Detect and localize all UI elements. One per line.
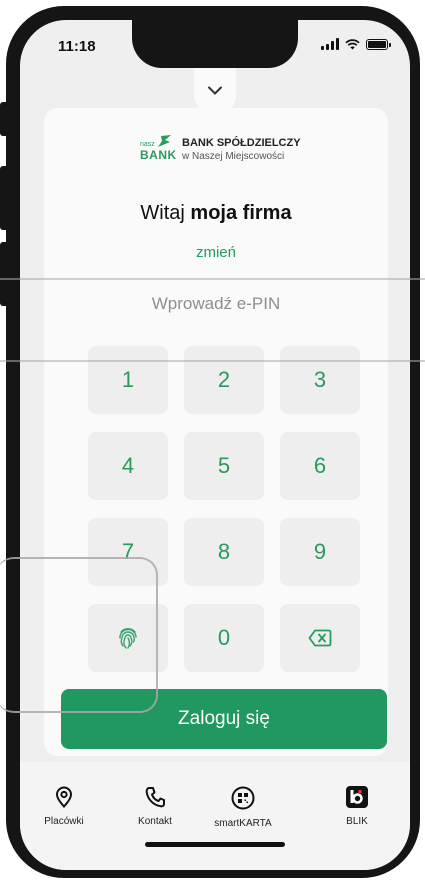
backspace-button[interactable] [280, 604, 360, 672]
qr-code-icon [231, 786, 255, 810]
wifi-icon [345, 38, 360, 49]
key-1[interactable]: 1 [88, 346, 168, 414]
backspace-icon [308, 629, 332, 647]
location-pin-icon [55, 786, 73, 808]
status-icons [321, 38, 391, 50]
pin-hint: Wprowadź e-PIN [151, 294, 281, 313]
change-profile-link[interactable]: zmień [44, 244, 388, 261]
key-3[interactable]: 3 [280, 346, 360, 414]
phone-icon [145, 787, 165, 808]
battery-icon [366, 38, 391, 50]
nav-item-smartkarta[interactable]: smartKARTA [198, 786, 288, 829]
key-8[interactable]: 8 [184, 518, 264, 586]
key-5[interactable]: 5 [184, 432, 264, 500]
logo-small-text: nasz [140, 141, 155, 148]
volume-up-button [0, 166, 10, 230]
key-0[interactable]: 0 [184, 604, 264, 672]
volume-down-button [0, 242, 10, 306]
phone-frame: 11:18 nasz BANK BANK SPÓŁDZIELCZY w Nasz… [0, 6, 420, 878]
signal-icon [321, 38, 339, 50]
guide-line-bottom [0, 360, 425, 362]
status-time: 11:18 [58, 38, 96, 55]
bank-name: BANK SPÓŁDZIELCZY w Naszej Miejscowości [182, 137, 301, 162]
bank-name-line2: w Naszej Miejscowości [182, 151, 285, 162]
key-9[interactable]: 9 [280, 518, 360, 586]
nav-label-placowki: Placówki [44, 816, 84, 827]
nav-label-blik: BLIK [346, 816, 368, 827]
mute-switch [0, 102, 10, 136]
nav-label-kontakt: Kontakt [138, 816, 172, 827]
greeting-prefix: Witaj [140, 202, 185, 224]
nav-item-placowki[interactable]: Placówki [20, 786, 109, 827]
logo-big-text: BANK [140, 148, 177, 162]
greeting-name: moja firma [190, 202, 292, 224]
key-4[interactable]: 4 [88, 432, 168, 500]
nav-item-blik[interactable]: BLIK [312, 786, 402, 827]
screen: 11:18 nasz BANK BANK SPÓŁDZIELCZY w Nasz… [20, 20, 410, 870]
guide-line-top [0, 278, 425, 280]
bottom-nav: Placówki Kontakt smartKARTA BLIK [20, 762, 410, 870]
nav-item-kontakt[interactable]: Kontakt [110, 786, 200, 827]
logo-mark: nasz BANK [140, 135, 177, 162]
greeting: Witaj moja firma [44, 202, 388, 225]
fingerprint-highlight-frame [0, 557, 158, 713]
key-6[interactable]: 6 [280, 432, 360, 500]
leaf-icon [158, 135, 171, 147]
notch [132, 20, 298, 68]
bank-logo: nasz BANK BANK SPÓŁDZIELCZY w Naszej Mie… [140, 135, 301, 162]
nav-label-smartkarta: smartKARTA [214, 818, 272, 829]
blik-icon [346, 786, 368, 808]
key-2[interactable]: 2 [184, 346, 264, 414]
home-indicator [145, 842, 285, 847]
chevron-down-icon [208, 86, 222, 95]
bank-name-line1: BANK SPÓŁDZIELCZY [182, 137, 301, 149]
